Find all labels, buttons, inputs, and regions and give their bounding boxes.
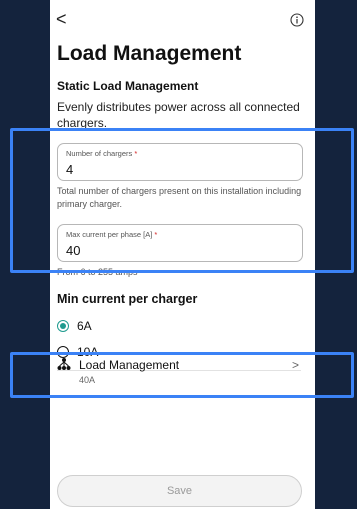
load-management-label: Load Management [79,358,180,372]
info-icon[interactable] [290,13,304,27]
app-screen: < Load Management Static Load Management… [50,0,315,509]
max-current-field[interactable]: Max current per phase [A] * 40 [57,224,303,262]
radio-label: 6A [77,319,92,333]
network-icon [57,358,71,370]
min-current-title: Min current per charger [57,292,198,306]
number-of-chargers-field[interactable]: Number of chargers * 4 [57,143,303,181]
field-value: 4 [66,162,74,177]
page-title: Load Management [57,42,242,65]
chevron-right-icon: > [291,358,299,372]
chargers-helper-text: Total number of chargers present on this… [57,186,302,209]
section-description: Evenly distributes power across all conn… [57,100,300,130]
radio-selected-icon[interactable] [57,320,69,332]
field-label: Number of chargers * [66,149,138,158]
save-button[interactable]: Save [57,475,302,507]
radio-option-6a[interactable]: 6A [57,316,92,336]
field-value: 40 [66,243,81,258]
max-current-helper-text: From 6 to 255 amps [57,267,138,277]
section-subtitle: Static Load Management [57,79,199,93]
load-management-item[interactable]: Load Management 40A > [57,353,305,393]
back-button[interactable]: < [56,10,67,28]
load-management-value: 40A [79,375,96,385]
field-label: Max current per phase [A] * [66,230,158,239]
